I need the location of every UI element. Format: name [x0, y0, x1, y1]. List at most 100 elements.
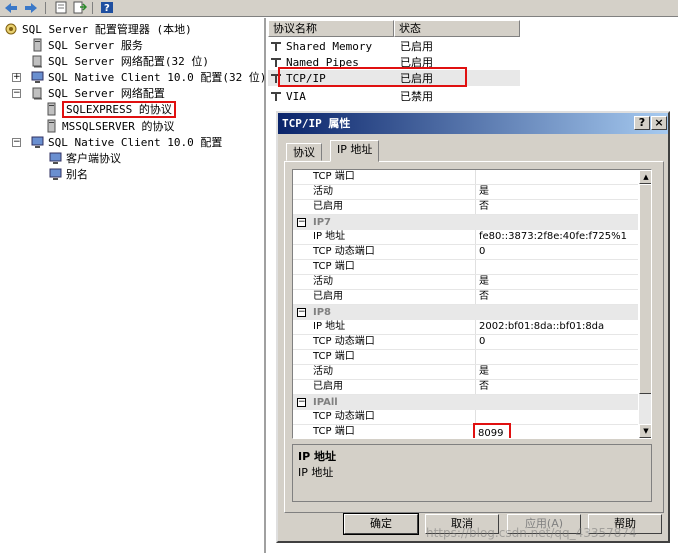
- grid-row-value[interactable]: [476, 350, 479, 364]
- tcp-port-value-highlighted[interactable]: 8099: [473, 423, 512, 438]
- collapse-icon[interactable]: −: [297, 218, 306, 227]
- grid-row[interactable]: TCP 动态端口: [293, 410, 638, 425]
- grid-row[interactable]: TCP 端口: [293, 260, 638, 275]
- properties-icon[interactable]: [52, 0, 70, 15]
- help-icon[interactable]: ?: [98, 0, 116, 15]
- tree-item-label-highlighted: SQLEXPRESS 的协议: [62, 100, 176, 118]
- grid-row[interactable]: TCP 端口 8099: [293, 423, 638, 438]
- tree-item-label: SQL Native Client 10.0 配置: [48, 136, 223, 149]
- ok-button[interactable]: 确定: [343, 513, 419, 535]
- grid-row[interactable]: IP 地址 2002:bf01:8da::bf01:8da: [293, 320, 638, 335]
- grid-row-value[interactable]: 是: [476, 275, 489, 289]
- scroll-thumb[interactable]: [639, 184, 651, 394]
- grid-row-value[interactable]: 否: [476, 380, 489, 394]
- tree-item-native-client[interactable]: SQL Native Client 10.0 配置: [30, 134, 222, 150]
- tree-root[interactable]: SQL Server 配置管理器 (本地): [4, 21, 192, 37]
- watermark: https://blog.csdn.net/qq_43357874: [426, 526, 637, 540]
- highlight-box: [278, 67, 467, 87]
- tree-item-label: MSSQLSERVER 的协议: [62, 120, 175, 133]
- grid-row[interactable]: TCP 端口: [293, 350, 638, 365]
- tree-item-sqlexpress-protocols[interactable]: SQLEXPRESS 的协议: [44, 100, 176, 118]
- export-icon[interactable]: [71, 0, 89, 15]
- alias-icon: [48, 167, 64, 181]
- grid-row-key: 已启用: [293, 200, 476, 214]
- tree-item-client-protocols[interactable]: 客户端协议: [48, 150, 121, 166]
- console-tree: SQL Server 配置管理器 (本地) SQL Server 服务 SQL …: [0, 18, 266, 553]
- tree-item-label: SQL Server 网络配置: [48, 87, 165, 100]
- protocols-icon: [44, 119, 60, 133]
- expand-icon[interactable]: +: [12, 73, 21, 82]
- grid-row[interactable]: 已启用否: [293, 380, 638, 395]
- tcpip-properties-dialog: TCP/IP 属性 ? × 协议 IP 地址 TCP 端口 活动是已启用否 − IP7…: [276, 111, 670, 543]
- grid-row-key: 活动: [293, 275, 476, 289]
- close-button[interactable]: ×: [651, 116, 667, 130]
- collapse-icon[interactable]: −: [12, 89, 21, 98]
- grid-row-value[interactable]: 否: [476, 200, 489, 214]
- list-row[interactable]: VIA 已禁用: [268, 88, 520, 104]
- grid-row-key: TCP 动态端口: [293, 335, 476, 349]
- help-button[interactable]: ?: [634, 116, 650, 130]
- column-header-protocol-name[interactable]: 协议名称: [268, 20, 394, 37]
- grid-row-key: TCP 动态端口: [293, 245, 476, 259]
- config-manager-icon: [4, 22, 20, 36]
- grid-row[interactable]: 活动是: [293, 275, 638, 290]
- grid-row[interactable]: IP 地址 fe80::3873:2f8e:40fe:f725%1: [293, 230, 638, 245]
- grid-category[interactable]: − IP7: [293, 215, 638, 230]
- property-grid[interactable]: TCP 端口 活动是已启用否 − IP7 IP 地址 fe80::3873:2f8e:40…: [292, 169, 652, 439]
- collapse-icon[interactable]: −: [12, 138, 21, 147]
- collapse-icon[interactable]: −: [297, 398, 306, 407]
- toolbar: ?: [0, 0, 678, 17]
- tree-item-label: SQL Native Client 10.0 配置(32 位): [48, 71, 267, 84]
- tree-item-network-config[interactable]: SQL Server 网络配置: [30, 85, 165, 101]
- grid-row-key: TCP 端口: [293, 425, 476, 438]
- tree-root-label: SQL Server 配置管理器 (本地): [22, 23, 192, 36]
- scroll-down-icon[interactable]: ▼: [639, 424, 651, 438]
- collapse-icon[interactable]: −: [297, 308, 306, 317]
- grid-row-value[interactable]: [476, 170, 479, 184]
- grid-row-value[interactable]: 否: [476, 290, 489, 304]
- vertical-scrollbar[interactable]: ▲ ▼: [639, 170, 651, 438]
- protocols-icon: [44, 102, 60, 116]
- grid-row-key: 已启用: [293, 380, 476, 394]
- grid-row[interactable]: 已启用否: [293, 290, 638, 305]
- tree-item-label: SQL Server 网络配置(32 位): [48, 55, 209, 68]
- grid-row-value[interactable]: 是: [476, 365, 489, 379]
- grid-row[interactable]: 已启用否: [293, 200, 638, 215]
- tree-item-label: 别名: [66, 168, 88, 181]
- forward-arrow-icon[interactable]: [22, 0, 40, 15]
- tree-item-sql-server-services[interactable]: SQL Server 服务: [30, 37, 143, 53]
- tab-ip-address[interactable]: IP 地址: [330, 140, 380, 162]
- grid-row-value[interactable]: 2002:bf01:8da::bf01:8da: [476, 320, 604, 334]
- grid-row-value[interactable]: 0: [476, 335, 485, 349]
- protocol-name: VIA: [286, 89, 306, 103]
- tree-item-network-config-32[interactable]: SQL Server 网络配置(32 位): [30, 53, 209, 69]
- grid-row[interactable]: TCP 动态端口 0: [293, 335, 638, 350]
- tree-item-aliases[interactable]: 别名: [48, 166, 88, 182]
- grid-row-key: IP 地址: [293, 230, 476, 244]
- grid-row[interactable]: TCP 端口: [293, 170, 638, 185]
- grid-row-value[interactable]: [476, 410, 479, 424]
- grid-row-key: 活动: [293, 365, 476, 379]
- grid-category[interactable]: − IPAll: [293, 395, 638, 410]
- scroll-up-icon[interactable]: ▲: [639, 170, 651, 184]
- grid-row-value[interactable]: fe80::3873:2f8e:40fe:f725%1: [476, 230, 627, 244]
- grid-row-value[interactable]: [476, 260, 479, 274]
- grid-row[interactable]: TCP 动态端口 0: [293, 245, 638, 260]
- grid-row[interactable]: 活动是: [293, 185, 638, 200]
- network-config-icon: [30, 86, 46, 100]
- list-row[interactable]: Shared Memory 已启用: [268, 38, 520, 54]
- protocol-icon: [268, 89, 284, 103]
- grid-row-value[interactable]: 0: [476, 245, 485, 259]
- column-header-status[interactable]: 状态: [394, 20, 520, 37]
- tree-item-mssqlserver-protocols[interactable]: MSSQLSERVER 的协议: [44, 118, 174, 134]
- back-arrow-icon[interactable]: [2, 0, 20, 15]
- client-config-icon: [30, 135, 46, 149]
- client-config-icon: [30, 70, 46, 84]
- grid-row-value[interactable]: 是: [476, 185, 489, 199]
- description-text: IP 地址: [298, 466, 334, 479]
- grid-category[interactable]: − IP8: [293, 305, 638, 320]
- tree-item-native-client-32[interactable]: SQL Native Client 10.0 配置(32 位): [30, 69, 266, 85]
- grid-row[interactable]: 活动是: [293, 365, 638, 380]
- dialog-titlebar[interactable]: TCP/IP 属性 ? ×: [278, 113, 668, 134]
- tab-protocol[interactable]: 协议: [286, 143, 322, 161]
